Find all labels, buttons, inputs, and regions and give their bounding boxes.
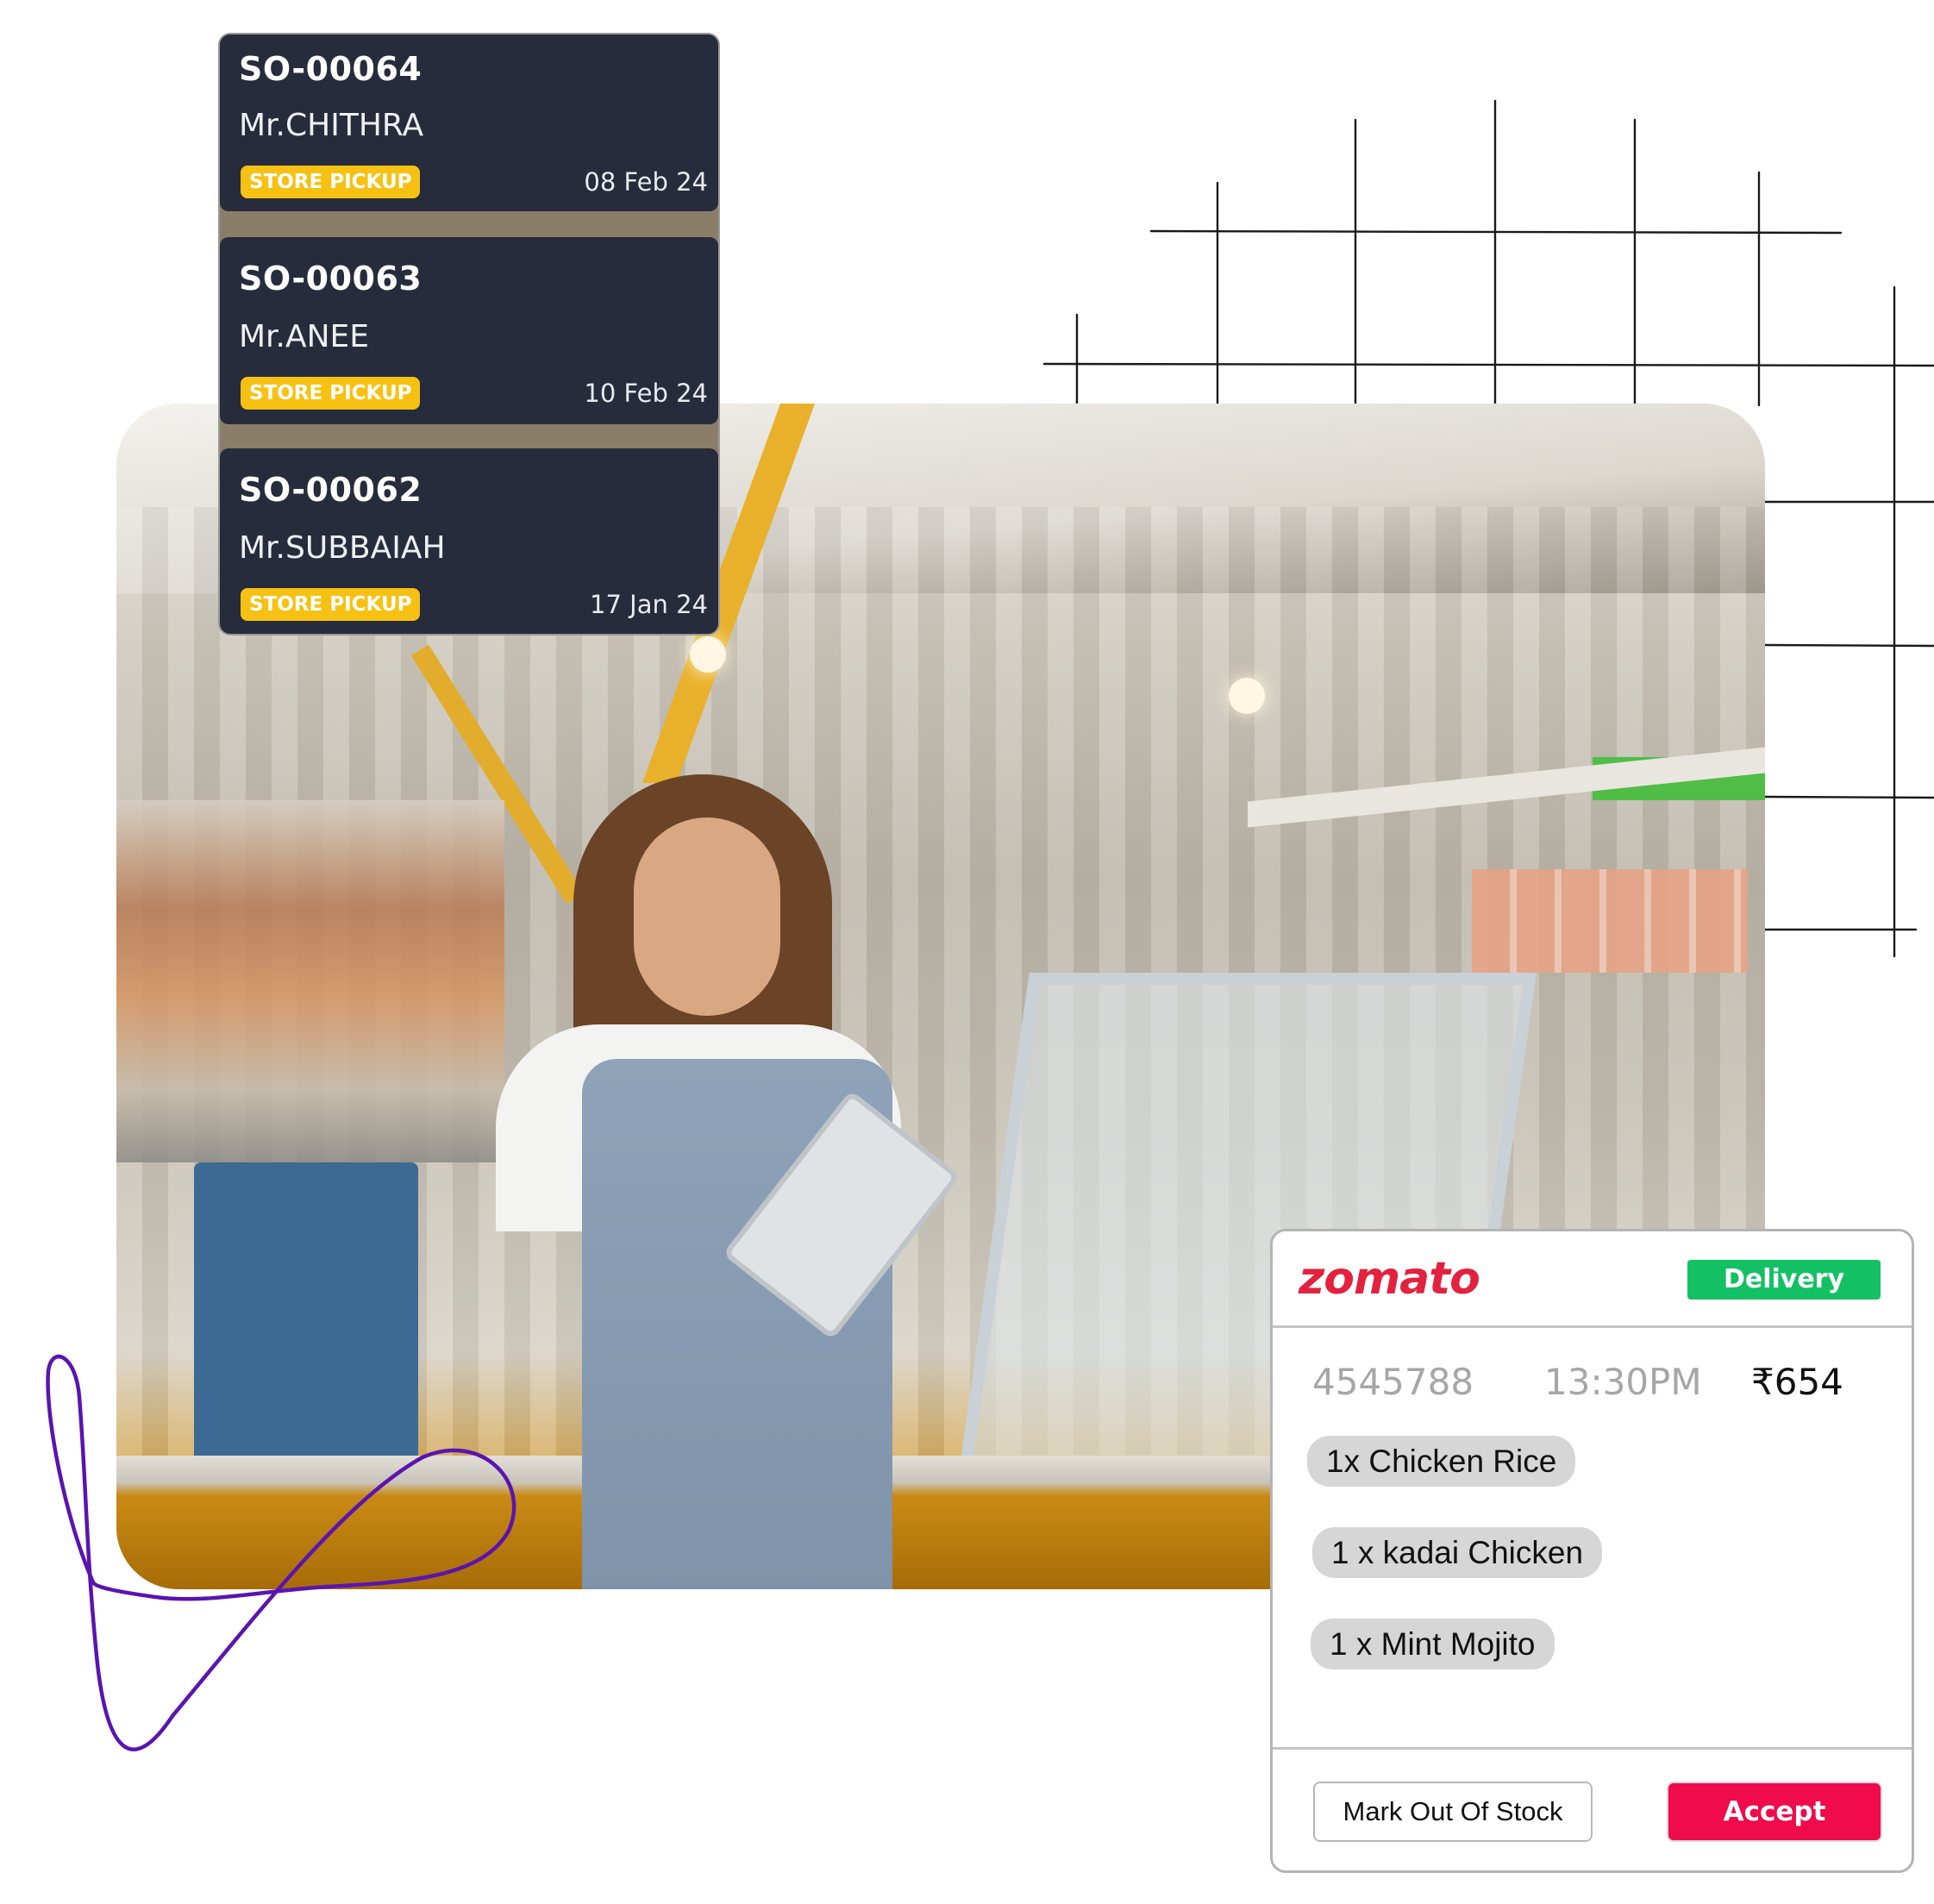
photo-bottles — [1472, 869, 1748, 973]
divider — [1273, 1325, 1912, 1328]
order-item: 1 x kadai Chicken — [1312, 1527, 1603, 1578]
order-type-badge: STORE PICKUP — [241, 377, 421, 410]
photo-light-bulb — [690, 636, 726, 673]
order-card[interactable]: SO-00063 Mr.ANEE STORE PICKUP 10 Feb 24 — [220, 237, 718, 424]
order-date: 10 Feb 24 — [584, 379, 708, 408]
grid-line — [1763, 795, 1934, 799]
photo-person-face — [634, 817, 780, 1016]
order-type-badge: STORE PICKUP — [241, 588, 421, 621]
order-number: 4545788 — [1312, 1361, 1474, 1403]
order-card[interactable]: SO-00064 Mr.CHITHRA STORE PICKUP 08 Feb … — [220, 34, 718, 211]
customer-name: Mr.SUBBAIAH — [239, 530, 446, 566]
photo-machine — [194, 1162, 418, 1490]
zomato-order-card: zomato Delivery 4545788 13:30PM ₹654 1x … — [1270, 1229, 1914, 1873]
customer-name: Mr.ANEE — [239, 319, 370, 354]
order-time: 13:30PM — [1544, 1361, 1702, 1403]
grid-line — [1149, 229, 1843, 235]
order-item: 1 x Mint Mojito — [1311, 1619, 1555, 1669]
zomato-logo: zomato — [1299, 1253, 1480, 1305]
order-id: SO-00063 — [239, 260, 422, 298]
order-date: 08 Feb 24 — [584, 167, 708, 197]
photo-shelf — [116, 800, 504, 1162]
customer-name: Mr.CHITHRA — [239, 108, 424, 143]
order-id: SO-00064 — [239, 50, 422, 88]
order-id: SO-00062 — [239, 471, 422, 509]
order-type-badge: Delivery — [1687, 1260, 1881, 1300]
order-type-badge: STORE PICKUP — [241, 166, 421, 198]
divider — [1273, 1747, 1912, 1750]
accept-button[interactable]: Accept — [1667, 1782, 1882, 1842]
order-amount: ₹654 — [1751, 1361, 1843, 1403]
mark-out-of-stock-button[interactable]: Mark Out Of Stock — [1313, 1782, 1593, 1842]
photo-light-bulb — [1229, 678, 1265, 714]
grid-line — [1763, 643, 1934, 648]
grid-line — [1042, 362, 1934, 367]
order-card[interactable]: SO-00062 Mr.SUBBAIAH STORE PICKUP 17 Jan… — [220, 448, 718, 634]
order-date: 17 Jan 24 — [590, 590, 708, 619]
order-list: SO-00064 Mr.CHITHRA STORE PICKUP 08 Feb … — [220, 34, 718, 634]
order-item: 1x Chicken Rice — [1307, 1436, 1576, 1487]
